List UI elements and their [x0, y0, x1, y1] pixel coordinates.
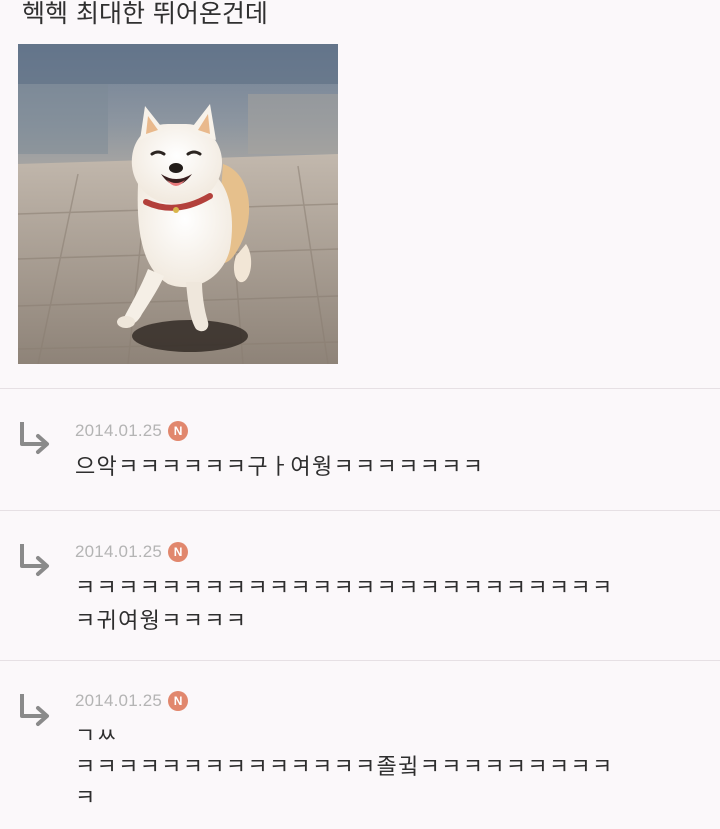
- comment-item[interactable]: 2014.01.25 N ㅋㅋㅋㅋㅋㅋㅋㅋㅋㅋㅋㅋㅋㅋㅋㅋㅋㅋㅋㅋㅋㅋㅋㅋㅋ ㅋ…: [0, 510, 720, 660]
- new-badge-icon: N: [168, 691, 189, 711]
- comment-text: 으악ㅋㅋㅋㅋㅋㅋ구ㅏ여웡ㅋㅋㅋㅋㅋㅋㅋ: [75, 455, 485, 480]
- post-text: 헥헥 최대한 뛰어온건데: [22, 0, 268, 28]
- new-badge-icon: N: [168, 542, 189, 562]
- post-view: 헥헥 최대한 뛰어온건데 2014.01.25 N 으악ㅋㅋㅋㅋㅋㅋ구ㅏ여웡ㅋㅋ…: [0, 0, 720, 829]
- comment-date: 2014.01.25: [75, 421, 163, 440]
- comment-date: 2014.01.25: [75, 542, 163, 561]
- reply-arrow-icon: [20, 694, 49, 726]
- dog-photo-illustration: [18, 44, 338, 364]
- new-badge-icon: N: [168, 421, 189, 441]
- comment-date: 2014.01.25: [75, 691, 163, 710]
- comment-meta: 2014.01.25 N: [75, 418, 189, 444]
- comment-item[interactable]: 2014.01.25 N ㄱㅆ ㅋㅋㅋㅋㅋㅋㅋㅋㅋㅋㅋㅋㅋㅋ졸귘ㅋㅋㅋㅋㅋㅋㅋㅋ…: [0, 660, 720, 829]
- post-photo[interactable]: [18, 44, 338, 364]
- reply-arrow-icon: [20, 544, 49, 576]
- comment-item[interactable]: 2014.01.25 N 으악ㅋㅋㅋㅋㅋㅋ구ㅏ여웡ㅋㅋㅋㅋㅋㅋㅋ: [0, 388, 720, 510]
- comment-meta: 2014.01.25 N: [75, 539, 189, 565]
- reply-arrow-icon: [20, 422, 49, 454]
- comment-meta: 2014.01.25 N: [75, 688, 189, 714]
- comment-text: ㄱㅆ ㅋㅋㅋㅋㅋㅋㅋㅋㅋㅋㅋㅋㅋㅋ졸귘ㅋㅋㅋㅋㅋㅋㅋㅋㅋ ㅋ: [75, 724, 614, 811]
- comment-text: ㅋㅋㅋㅋㅋㅋㅋㅋㅋㅋㅋㅋㅋㅋㅋㅋㅋㅋㅋㅋㅋㅋㅋㅋㅋ ㅋ귀여웡ㅋㅋㅋㅋ: [75, 576, 614, 634]
